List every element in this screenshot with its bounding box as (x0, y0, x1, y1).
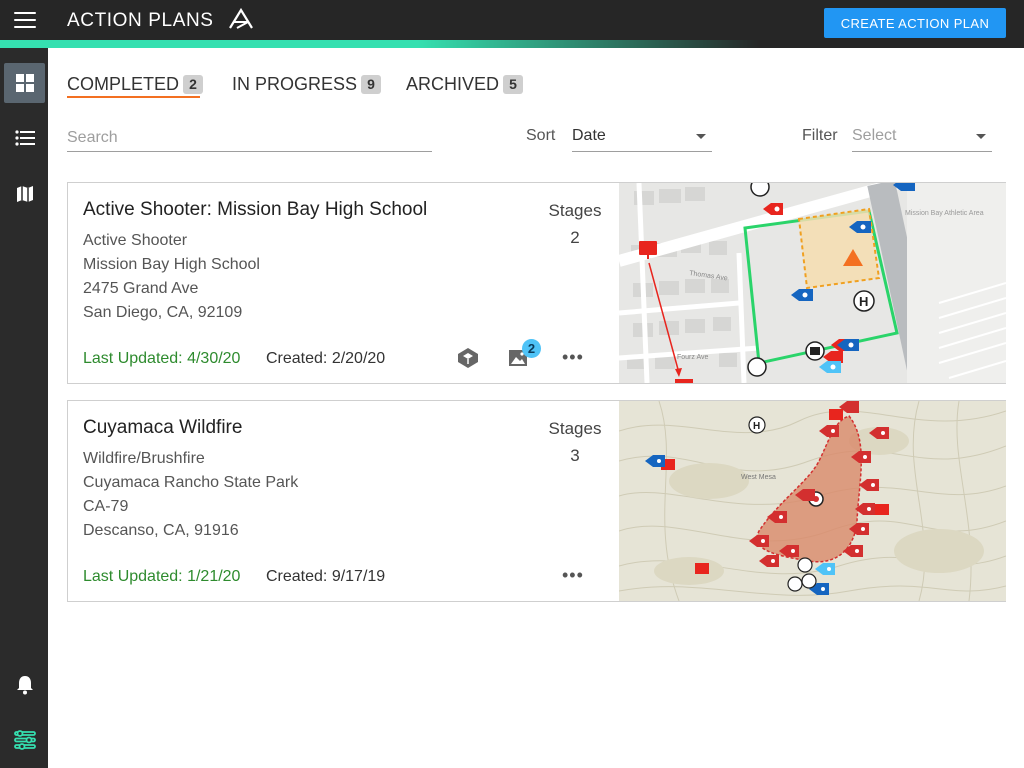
plan-city: Descanso, CA, 91916 (83, 522, 239, 539)
sidebar-item-notifications[interactable] (4, 665, 45, 705)
chevron-down-icon (976, 134, 986, 139)
filter-placeholder: Select (852, 127, 897, 144)
tab-completed[interactable]: COMPLETED 2 (67, 74, 204, 95)
app-logo-icon (229, 8, 253, 29)
plan-location-name: Cuyamaca Rancho State Park (83, 474, 299, 491)
map-street-label: Fourz Ave (677, 354, 708, 361)
hospital-icon: H (859, 294, 868, 309)
top-bar: ACTION PLANS CREATE ACTION PLAN (0, 0, 1024, 48)
last-updated: Last Updated: 1/21/20 (83, 568, 241, 585)
chevron-down-icon (696, 134, 706, 139)
top-bar-accent (0, 40, 760, 48)
created-date: Created: 9/17/19 (266, 568, 386, 585)
sidebar-item-map[interactable] (4, 174, 45, 214)
map-place-label: West Mesa (741, 474, 776, 481)
action-plan-card[interactable]: Active Shooter: Mission Bay High School … (67, 182, 1006, 384)
plan-address: 2475 Grand Ave (83, 280, 199, 297)
more-options-button[interactable]: ••• (562, 565, 584, 586)
plan-city: San Diego, CA, 92109 (83, 304, 243, 321)
tab-count-badge: 9 (361, 75, 382, 94)
plan-map-thumbnail[interactable]: H West Mesa (619, 401, 1006, 601)
created-date: Created: 2/20/20 (266, 350, 386, 367)
floorplan-icon[interactable] (455, 345, 481, 371)
tab-label: COMPLETED (67, 74, 180, 94)
tab-count-badge: 2 (183, 75, 204, 94)
action-plan-card[interactable]: Cuyamaca Wildfire Wildfire/Brushfire Cuy… (67, 400, 1006, 602)
plan-location-name: Mission Bay High School (83, 256, 260, 273)
filter-select[interactable]: Select (852, 124, 992, 152)
active-tab-indicator (67, 96, 200, 98)
create-action-plan-button[interactable]: CREATE ACTION PLAN (824, 8, 1006, 38)
tab-label: ARCHIVED (406, 74, 500, 94)
hamburger-menu-icon[interactable] (14, 12, 36, 30)
sort-label: Sort (526, 127, 556, 144)
image-count-badge: 2 (522, 339, 541, 358)
tab-count-badge: 5 (503, 75, 524, 94)
plan-map-thumbnail[interactable]: Mission Bay Athletic Area Thomas Ave Fou… (619, 183, 1006, 383)
sidebar-item-grid[interactable] (4, 63, 45, 103)
bell-icon (16, 676, 33, 695)
tab-label: IN PROGRESS (232, 74, 358, 94)
stages-count: 2 (570, 228, 580, 247)
map-icon (16, 186, 33, 202)
search-input[interactable] (67, 124, 432, 152)
tab-in-progress[interactable]: IN PROGRESS 9 (232, 74, 382, 95)
more-options-button[interactable]: ••• (562, 347, 584, 368)
sidebar-item-list[interactable] (4, 118, 45, 158)
grid-icon (15, 74, 34, 92)
plan-address: CA-79 (83, 498, 129, 515)
stages-label: Stages (548, 201, 602, 220)
sort-select[interactable]: Date (572, 124, 712, 152)
stages-count: 3 (570, 446, 580, 465)
filter-label: Filter (802, 127, 838, 144)
list-icon (14, 130, 35, 146)
sidebar (0, 48, 48, 768)
hospital-icon: H (753, 421, 760, 432)
plan-title: Active Shooter: Mission Bay High School (83, 199, 428, 220)
map-area-label: Mission Bay Athletic Area (905, 210, 984, 217)
plan-type: Active Shooter (83, 232, 188, 249)
page-title: ACTION PLANS (67, 10, 214, 31)
last-updated: Last Updated: 4/30/20 (83, 350, 241, 367)
plan-type: Wildfire/Brushfire (83, 450, 205, 467)
sliders-icon (13, 730, 36, 750)
sidebar-item-settings[interactable] (4, 720, 45, 760)
sort-value: Date (572, 127, 606, 144)
tab-archived[interactable]: ARCHIVED 5 (406, 74, 524, 95)
stages-label: Stages (548, 419, 602, 438)
plan-title: Cuyamaca Wildfire (83, 417, 243, 438)
